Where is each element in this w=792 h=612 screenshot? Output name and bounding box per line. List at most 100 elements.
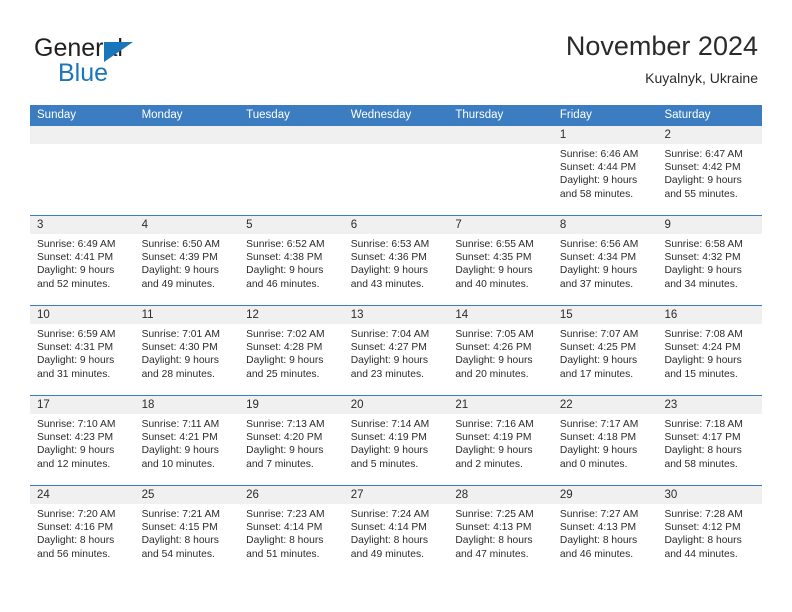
calendar-day-cell[interactable]: 20 Sunrise: 7:14 AM Sunset: 4:19 PM Dayligh… [343,396,449,485]
calendar-day-cell[interactable]: 9 Sunrise: 6:58 AM Sunset: 4:32 PM Daylight… [657,216,763,305]
daylight-duration: Daylight: 9 hours and 12 minutes. [37,445,115,470]
daylight-duration: Daylight: 9 hours and 49 minutes. [141,265,219,290]
day-sun-info: Sunrise: 6:59 AM Sunset: 4:31 PM Daylight:… [30,324,135,381]
calendar-day-cell[interactable]: 22 Sunrise: 7:17 AM Sunset: 4:18 PM Dayligh… [552,396,658,485]
weekday-sunday: Sunday [37,109,77,121]
calendar-day-cell[interactable]: 8 Sunrise: 6:56 AM Sunset: 4:34 PM Daylight… [552,216,658,305]
day-number-band: 3 [30,216,135,234]
calendar-day-cell[interactable]: 14 Sunrise: 7:05 AM Sunset: 4:26 PM Dayligh… [448,306,553,395]
day-number-band: 18 [134,396,240,414]
sunset-time: Sunset: 4:26 PM [455,342,532,354]
calendar-day-cell[interactable]: 12 Sunrise: 7:02 AM Sunset: 4:28 PM Dayligh… [239,306,344,395]
daylight-duration: Daylight: 9 hours and 46 minutes. [246,265,324,290]
calendar-day-cell[interactable]: 2 Sunrise: 6:47 AM Sunset: 4:42 PM Daylight… [657,126,763,215]
day-number: 17 [37,399,50,411]
day-number: 28 [455,489,469,501]
day-sun-info: Sunrise: 7:21 AM Sunset: 4:15 PM Daylight:… [135,504,240,561]
calendar-day-cell[interactable]: 11 Sunrise: 7:01 AM Sunset: 4:30 PM Dayligh… [134,306,240,395]
general-blue-logo[interactable]: General Blue [34,34,254,94]
calendar-day-cell[interactable]: 3 Sunrise: 6:49 AM Sunset: 4:41 PM Daylight… [30,216,135,305]
daylight-duration: Daylight: 9 hours and 10 minutes. [141,445,219,470]
day-number: 6 [350,219,358,231]
sunrise-time: Sunrise: 7:25 AM [455,509,534,520]
sunset-time: Sunset: 4:42 PM [664,162,741,174]
calendar-day-cell[interactable]: 10 Sunrise: 6:59 AM Sunset: 4:31 PM Dayligh… [30,306,135,395]
calendar-day-cell[interactable]: 24 Sunrise: 7:20 AM Sunset: 4:16 PM Dayligh… [30,486,135,575]
sunrise-time: Sunrise: 7:17 AM [559,419,639,430]
day-number-band: 4 [134,216,240,234]
page-header: General Blue November 2024 Kuyalnyk, Ukr… [34,30,758,100]
calendar-day-cell[interactable]: 15 Sunrise: 7:07 AM Sunset: 4:25 PM Dayligh… [552,306,658,395]
day-number-band [343,126,449,144]
sunset-time: Sunset: 4:28 PM [246,342,323,354]
daylight-duration: Daylight: 8 hours and 54 minutes. [141,535,219,560]
calendar-day-cell[interactable]: 27 Sunrise: 7:24 AM Sunset: 4:14 PM Dayligh… [343,486,449,575]
calendar-day-cell[interactable]: 21 Sunrise: 7:16 AM Sunset: 4:19 PM Dayligh… [448,396,553,485]
calendar-day-cell[interactable]: 26 Sunrise: 7:23 AM Sunset: 4:14 PM Dayligh… [239,486,344,575]
sunset-time: Sunset: 4:39 PM [141,252,218,264]
calendar-week-row: 17 Sunrise: 7:10 AM Sunset: 4:23 PM Dayligh… [30,395,763,485]
day-number-band [448,126,553,144]
calendar-day-cell[interactable]: 29 Sunrise: 7:27 AM Sunset: 4:13 PM Dayligh… [552,486,658,575]
sunrise-time: Sunrise: 7:08 AM [664,329,743,340]
calendar-grid: Sunday Monday Tuesday Wednesday Thursday… [30,105,763,575]
calendar-day-cell[interactable]: 19 Sunrise: 7:13 AM Sunset: 4:20 PM Dayligh… [239,396,344,485]
calendar-day-cell[interactable]: 30 Sunrise: 7:28 AM Sunset: 4:12 PM Dayligh… [657,486,763,575]
calendar-day-cell[interactable]: 16 Sunrise: 7:08 AM Sunset: 4:24 PM Dayligh… [657,306,763,395]
calendar-week-row: 3 Sunrise: 6:49 AM Sunset: 4:41 PM Daylight… [30,215,763,305]
day-number: 21 [455,399,469,411]
day-number-band: 28 [448,486,553,504]
day-number-band: 13 [343,306,449,324]
daylight-duration: Daylight: 8 hours and 51 minutes. [246,535,324,560]
day-number-band: 9 [657,216,763,234]
weekday-wednesday: Wednesday [350,109,412,121]
sunset-time: Sunset: 4:36 PM [350,252,427,264]
weekday-saturday: Saturday [664,109,711,121]
calendar-day-cell[interactable]: 1 Sunrise: 6:46 AM Sunset: 4:44 PM Daylight… [552,126,658,215]
weekday-friday: Friday [559,109,592,121]
sunset-time: Sunset: 4:14 PM [350,522,427,534]
day-sun-info: Sunrise: 6:49 AM Sunset: 4:41 PM Daylight:… [30,234,135,291]
calendar-day-cell[interactable]: 18 Sunrise: 7:11 AM Sunset: 4:21 PM Dayligh… [134,396,240,485]
day-number: 14 [455,309,469,321]
daylight-duration: Daylight: 8 hours and 58 minutes. [664,445,742,470]
calendar-day-cell[interactable]: 4 Sunrise: 6:50 AM Sunset: 4:39 PM Daylight… [134,216,240,305]
day-number-band: 12 [239,306,344,324]
calendar-day-cell[interactable]: 25 Sunrise: 7:21 AM Sunset: 4:15 PM Dayligh… [134,486,240,575]
sunrise-time: Sunrise: 6:47 AM [664,149,743,160]
sunrise-time: Sunrise: 7:01 AM [141,329,220,340]
sunset-time: Sunset: 4:24 PM [664,342,741,354]
calendar-day-cell[interactable]: 13 Sunrise: 7:04 AM Sunset: 4:27 PM Dayligh… [343,306,449,395]
calendar-day-cell[interactable]: 17 Sunrise: 7:10 AM Sunset: 4:23 PM Dayligh… [30,396,135,485]
day-sun-info: Sunrise: 7:08 AM Sunset: 4:24 PM Daylight:… [657,324,762,381]
sunrise-time: Sunrise: 6:50 AM [141,239,220,250]
day-number: 23 [664,399,678,411]
day-sun-info: Sunrise: 7:13 AM Sunset: 4:20 PM Daylight:… [239,414,344,471]
day-number-band: 2 [657,126,763,144]
calendar-day-cell[interactable]: 23 Sunrise: 7:18 AM Sunset: 4:17 PM Dayligh… [657,396,763,485]
daylight-duration: Daylight: 9 hours and 0 minutes. [559,445,638,470]
day-number-band: 25 [134,486,240,504]
sunset-time: Sunset: 4:34 PM [559,252,637,264]
day-number: 4 [141,219,148,231]
day-sun-info: Sunrise: 7:25 AM Sunset: 4:13 PM Daylight:… [448,504,553,561]
calendar-day-cell[interactable]: 5 Sunrise: 6:52 AM Sunset: 4:38 PM Daylight… [239,216,344,305]
sunrise-time: Sunrise: 7:21 AM [141,509,220,520]
day-sun-info: Sunrise: 7:17 AM Sunset: 4:18 PM Daylight:… [553,414,658,471]
page-title: November 2024 [565,31,758,61]
calendar-day-cell[interactable]: 28 Sunrise: 7:25 AM Sunset: 4:13 PM Dayligh… [448,486,553,575]
sunset-time: Sunset: 4:18 PM [559,432,637,444]
calendar-day-cell[interactable]: 6 Sunrise: 6:53 AM Sunset: 4:36 PM Daylight… [343,216,449,305]
sunrise-time: Sunrise: 7:11 AM [141,419,220,430]
day-number-band: 17 [30,396,135,414]
calendar-day-cell[interactable]: 7 Sunrise: 6:55 AM Sunset: 4:35 PM Daylight… [448,216,553,305]
calendar-day-cell-empty [239,126,344,215]
calendar-day-cell-empty [448,126,553,215]
logo-triangle-icon [104,42,133,62]
calendar-day-cell-empty [343,126,449,215]
day-sun-info: Sunrise: 7:18 AM Sunset: 4:17 PM Daylight:… [657,414,762,471]
daylight-duration: Daylight: 9 hours and 37 minutes. [559,265,638,290]
day-number-band: 23 [657,396,763,414]
sunset-time: Sunset: 4:12 PM [664,522,741,534]
day-number-band: 29 [552,486,658,504]
